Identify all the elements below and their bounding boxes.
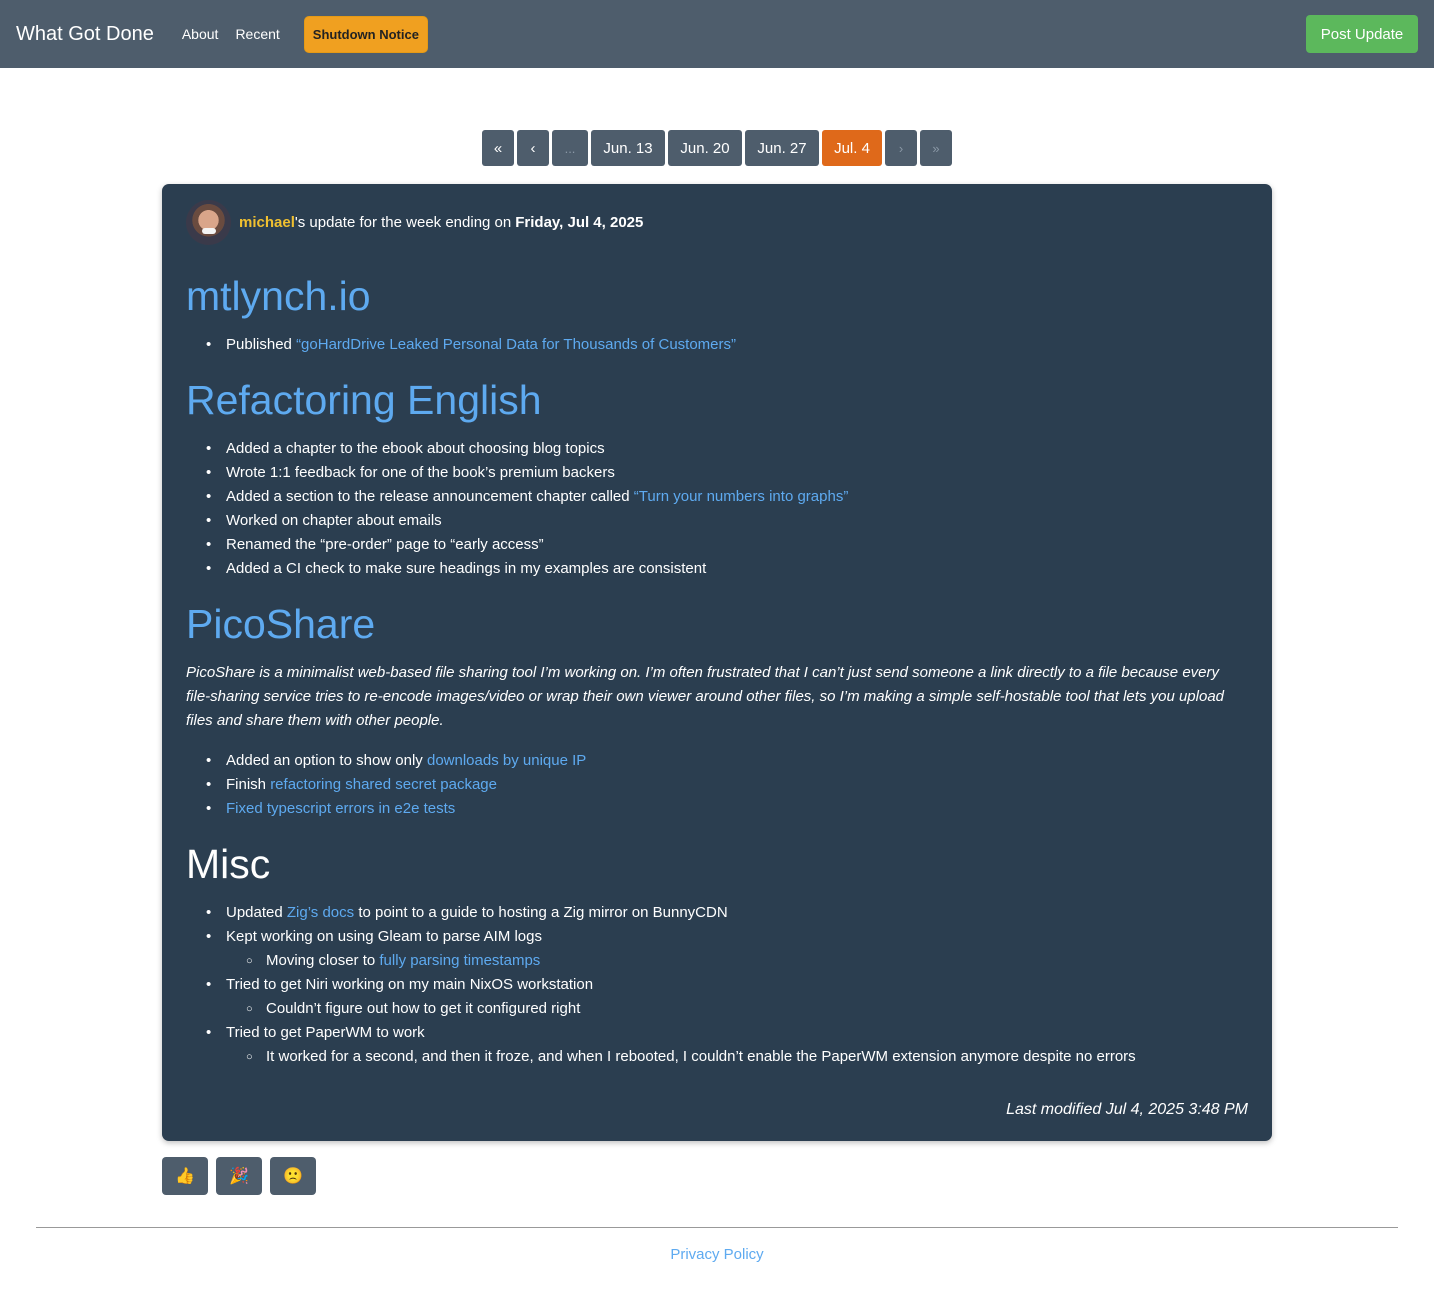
week-jun-13-button[interactable]: Jun. 13 <box>591 130 665 166</box>
unique-ip-link[interactable]: downloads by unique IP <box>427 752 586 769</box>
frown-reaction-button[interactable]: 🙁 <box>270 1157 316 1195</box>
brand-link[interactable]: What Got Done <box>16 23 154 46</box>
list-item: Added a chapter to the ebook about choos… <box>202 437 848 461</box>
article-link[interactable]: “goHardDrive Leaked Personal Data for Th… <box>296 336 736 353</box>
section-list-misc: Updated Zig’s docs to point to a guide t… <box>202 901 1136 1069</box>
section-heading-picoshare: PicoShare <box>186 601 376 647</box>
chapter-link[interactable]: “Turn your numbers into graphs” <box>634 488 849 505</box>
weekly-update-card: michael 's update for the week ending on… <box>162 184 1272 1141</box>
last-modified: Last modified Jul 4, 2025 3:48 PM <box>1006 1101 1248 1118</box>
picoshare-intro: PicoShare is a minimalist web-based file… <box>186 664 1225 729</box>
list-item: Added a section to the release announcem… <box>202 485 848 509</box>
reaction-buttons: 👍 🎉 🙁 <box>162 1157 316 1195</box>
list-item: Finish refactoring shared secret package <box>202 773 586 797</box>
section-heading-misc: Misc <box>186 841 271 887</box>
week-jun-20-button[interactable]: Jun. 20 <box>668 130 742 166</box>
typescript-errors-link[interactable]: Fixed typescript errors in e2e tests <box>226 800 455 817</box>
section-heading-mtlynch: mtlynch.io <box>186 273 371 319</box>
sub-list-item: Moving closer to fully parsing timestamp… <box>202 949 1136 973</box>
last-page-button: » <box>920 130 952 166</box>
list-item: Tried to get Niri working on my main Nix… <box>202 973 1136 997</box>
footer: Privacy Policy <box>0 1246 1434 1263</box>
pagination-ellipsis: ... <box>552 130 588 166</box>
thumbs-up-reaction-button[interactable]: 👍 <box>162 1157 208 1195</box>
party-reaction-button[interactable]: 🎉 <box>216 1157 262 1195</box>
post-date: Friday, Jul 4, 2025 <box>515 214 644 231</box>
week-jun-27-button[interactable]: Jun. 27 <box>745 130 819 166</box>
prev-page-button[interactable]: ‹ <box>517 130 549 166</box>
list-item: Added an option to show only downloads b… <box>202 749 586 773</box>
list-item: Published “goHardDrive Leaked Personal D… <box>202 333 736 357</box>
week-pagination: « ‹ ... Jun. 13 Jun. 20 Jun. 27 Jul. 4 ›… <box>482 130 952 166</box>
next-page-button: › <box>885 130 917 166</box>
byline-text: 's update for the week ending on <box>294 214 512 231</box>
footer-divider <box>36 1227 1398 1228</box>
zig-docs-link[interactable]: Zig’s docs <box>287 904 354 921</box>
list-item: Wrote 1:1 feedback for one of the book’s… <box>202 461 848 485</box>
shutdown-notice-button[interactable]: Shutdown Notice <box>303 15 428 53</box>
avatar[interactable] <box>186 200 231 245</box>
nav-link-recent[interactable]: Recent <box>235 26 279 42</box>
week-current-button[interactable]: Jul. 4 <box>822 130 882 166</box>
first-page-button[interactable]: « <box>482 130 514 166</box>
timestamps-link[interactable]: fully parsing timestamps <box>379 952 540 969</box>
list-item: Fixed typescript errors in e2e tests <box>202 797 586 821</box>
list-item: Worked on chapter about emails <box>202 509 848 533</box>
section-list-picoshare: Added an option to show only downloads b… <box>202 749 586 821</box>
list-item: Updated Zig’s docs to point to a guide t… <box>202 901 1136 925</box>
list-item: Added a CI check to make sure headings i… <box>202 557 848 581</box>
list-item: Tried to get PaperWM to work <box>202 1021 1136 1045</box>
post-byline: michael 's update for the week ending on… <box>186 200 643 245</box>
section-heading-refactoring-english: Refactoring English <box>186 377 542 423</box>
username-link[interactable]: michael <box>239 214 295 231</box>
shared-secret-link[interactable]: refactoring shared secret package <box>270 776 497 793</box>
post-update-button[interactable]: Post Update <box>1306 15 1418 53</box>
list-item: Kept working on using Gleam to parse AIM… <box>202 925 1136 949</box>
list-item: Renamed the “pre-order” page to “early a… <box>202 533 848 557</box>
sub-list-item: Couldn’t figure out how to get it config… <box>202 997 1136 1021</box>
section-list-refactoring-english: Added a chapter to the ebook about choos… <box>202 437 848 581</box>
privacy-policy-link[interactable]: Privacy Policy <box>670 1246 763 1263</box>
navbar: What Got Done About Recent Shutdown Noti… <box>0 0 1434 68</box>
nav-link-about[interactable]: About <box>182 26 219 42</box>
section-list-mtlynch: Published “goHardDrive Leaked Personal D… <box>202 333 736 357</box>
sub-list-item: It worked for a second, and then it froz… <box>202 1045 1136 1069</box>
